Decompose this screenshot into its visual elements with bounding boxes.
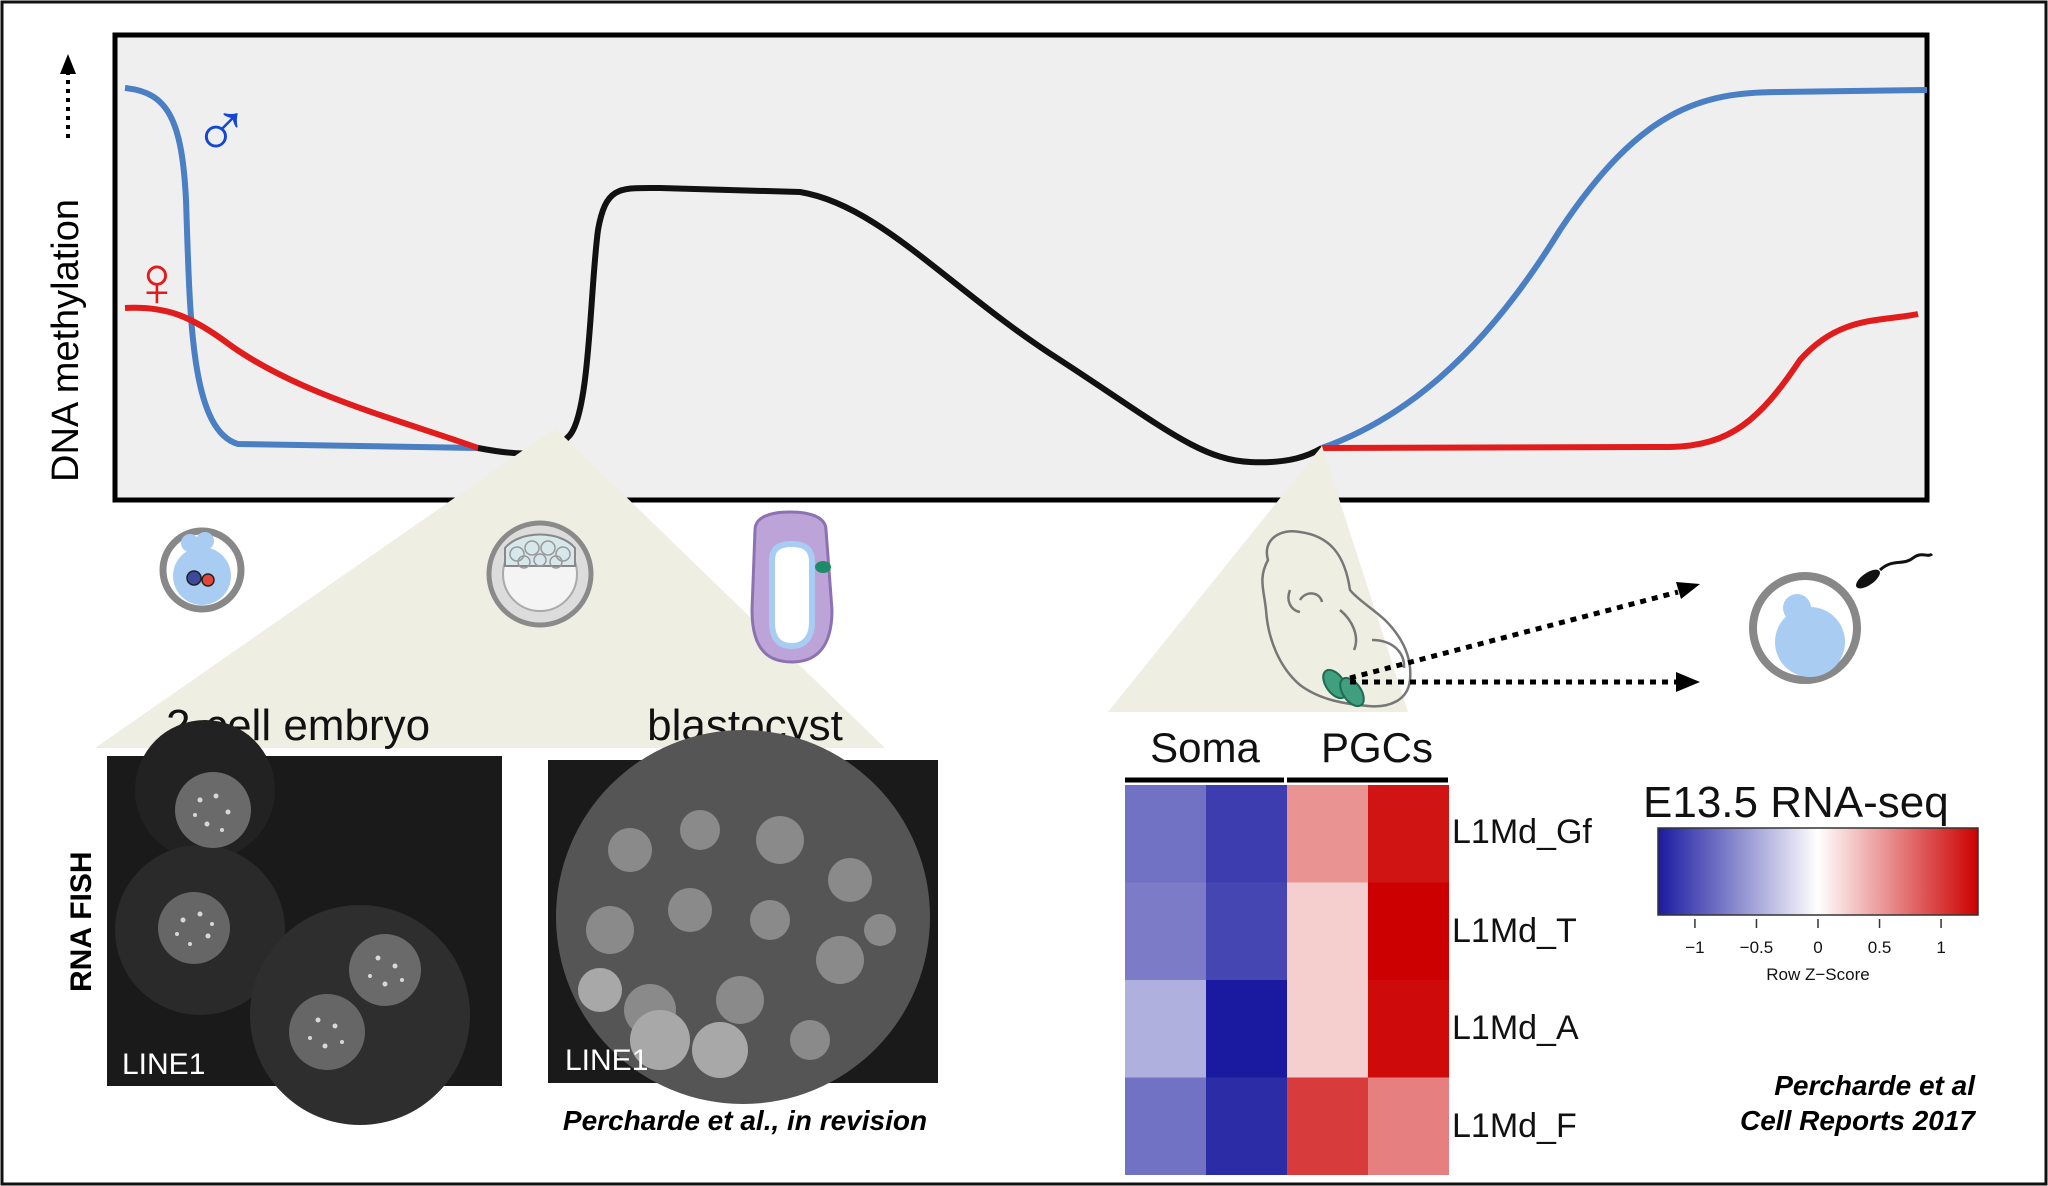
row-label-l1md-a: L1Md_A xyxy=(1452,1009,1579,1047)
heatmap-cell xyxy=(1125,785,1206,883)
legend-tick-label: 1 xyxy=(1936,938,1945,957)
heatmap-cell xyxy=(1125,882,1206,980)
plot-panel xyxy=(112,32,1930,503)
y-axis-label: DNA methylation xyxy=(45,199,87,482)
heatmap-cell xyxy=(1125,1077,1206,1175)
right-citation-line2: Cell Reports 2017 xyxy=(1740,1105,1976,1136)
heatmap-cell xyxy=(1206,980,1287,1078)
legend-color-bar xyxy=(1657,827,1979,916)
heatmap-cell xyxy=(1287,785,1368,883)
legend-title: E13.5 RNA-seq xyxy=(1643,778,1949,827)
row-label-l1md-t: L1Md_T xyxy=(1452,912,1577,950)
zygote-icon xyxy=(159,527,245,613)
heatmap-cell xyxy=(1368,882,1449,980)
heatmap-cell xyxy=(1206,882,1287,980)
rna-fish-label: RNA FISH xyxy=(65,851,98,992)
legend-tick-label: −0.5 xyxy=(1740,938,1774,957)
heatmap-cell xyxy=(1206,1077,1287,1175)
figure-canvas: DNA methylation ♂ ♀ RNA FISH 2-cell embr… xyxy=(0,0,2048,1186)
blastocyst-icon xyxy=(486,520,594,628)
two-cell-image-label: LINE1 xyxy=(122,1048,205,1081)
heatmap-cell xyxy=(1287,980,1368,1078)
legend-tick-label: 0 xyxy=(1813,938,1822,957)
heatmap-cell xyxy=(1287,882,1368,980)
legend-caption: Row Z−Score xyxy=(1766,965,1869,984)
male-symbol: ♂ xyxy=(192,86,251,174)
female-symbol: ♀ xyxy=(130,242,184,322)
soma-label: Soma xyxy=(1150,724,1260,771)
epiblast-icon xyxy=(750,510,834,664)
heatmap-cell xyxy=(1368,980,1449,1078)
heatmap-cells xyxy=(1125,785,1449,1175)
row-label-l1md-f: L1Md_F xyxy=(1452,1107,1577,1145)
blastocyst-image-label: LINE1 xyxy=(565,1044,648,1077)
heatmap-cell xyxy=(1125,980,1206,1078)
methylation-plot: DNA methylation ♂ ♀ xyxy=(45,32,1930,503)
pgcs-label: PGCs xyxy=(1321,724,1433,771)
legend-tick-label: 0.5 xyxy=(1868,938,1892,957)
heatmap-cell xyxy=(1287,1077,1368,1175)
left-citation: Percharde et al., in revision xyxy=(563,1105,927,1136)
heatmap-cell xyxy=(1368,785,1449,883)
heatmap-cell xyxy=(1206,785,1287,883)
heatmap-cell xyxy=(1368,1077,1449,1175)
legend-tick-label: −1 xyxy=(1685,938,1704,957)
right-citation-line1: Percharde et al xyxy=(1774,1070,1976,1101)
row-label-l1md-gf: L1Md_Gf xyxy=(1452,813,1592,851)
